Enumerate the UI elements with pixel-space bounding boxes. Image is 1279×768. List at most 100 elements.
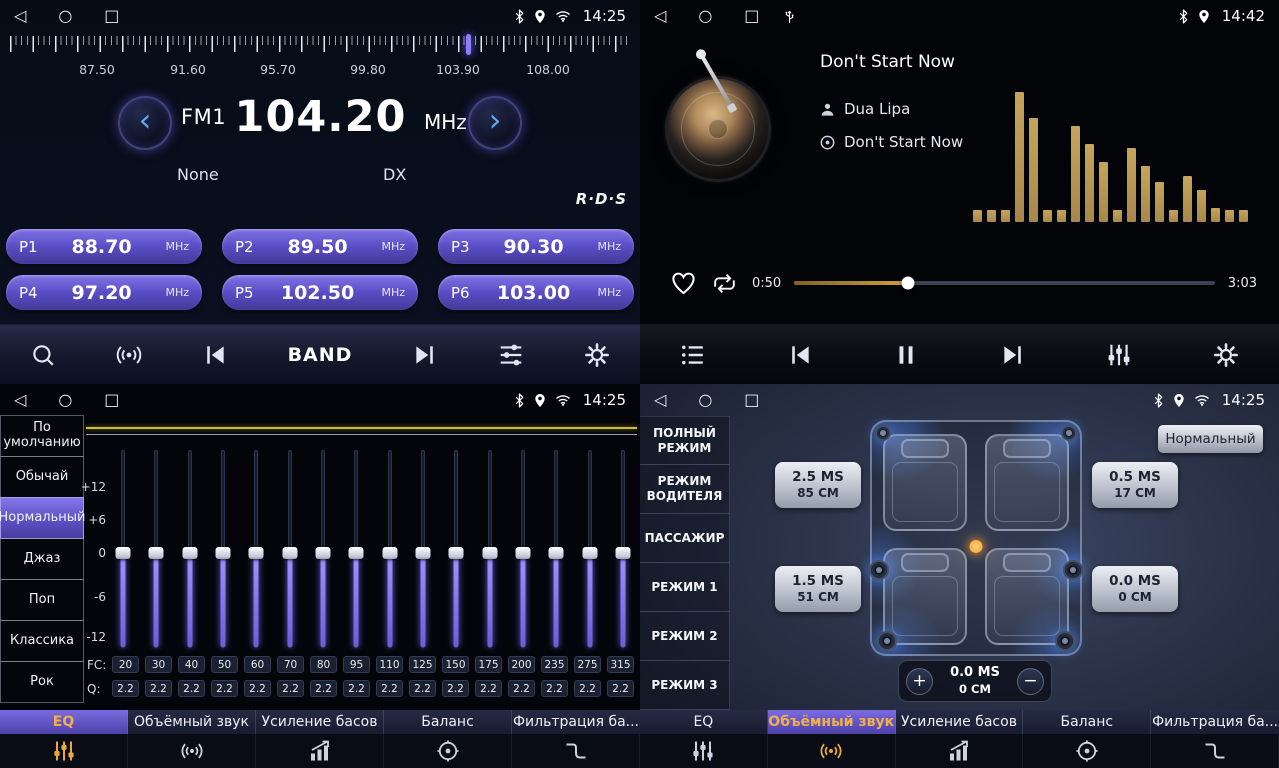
slider-handle[interactable]	[615, 547, 630, 559]
eq-band-slider[interactable]	[612, 450, 634, 648]
tab-eq[interactable]: EQ	[0, 710, 128, 768]
slider-handle[interactable]	[449, 547, 464, 559]
eq-preset-item[interactable]: Джаз	[0, 538, 84, 580]
sound-mode-item[interactable]: ПАССАЖИР	[640, 514, 729, 563]
preset-button-P3[interactable]: P3 90.30 MHz	[438, 229, 634, 264]
playlist-button[interactable]	[680, 342, 706, 368]
eq-band-slider[interactable]	[245, 450, 267, 648]
tab-surround-sound[interactable]: Объёмный звук	[128, 710, 256, 768]
settings-button[interactable]	[1213, 342, 1239, 368]
preset-button-P4[interactable]: P4 97.20 MHz	[6, 275, 202, 310]
previous-track-button[interactable]	[787, 342, 813, 368]
slider-handle[interactable]	[182, 547, 197, 559]
tab-bass-boost[interactable]: Усиление басов	[896, 710, 1024, 768]
eq-band-slider[interactable]	[345, 450, 367, 648]
slider-handle[interactable]	[582, 547, 597, 559]
eq-band-slider[interactable]	[212, 450, 234, 648]
rear-left-delay[interactable]: 1.5 MS 51 CM	[775, 566, 861, 612]
sound-mode-item[interactable]: РЕЖИМ 1	[640, 563, 729, 612]
frequency-scale[interactable]: 87.50 91.60 95.70 99.80 103.90 108.00	[10, 36, 630, 78]
preset-button-P6[interactable]: P6 103.00 MHz	[438, 275, 634, 310]
tab-surround-sound[interactable]: Объёмный звук	[768, 710, 896, 768]
eq-preset-item[interactable]: Поп	[0, 579, 84, 621]
slider-handle[interactable]	[215, 547, 230, 559]
equalizer-button[interactable]	[1106, 342, 1132, 368]
sound-mode-item[interactable]: РЕЖИМ 3	[640, 661, 729, 710]
slider-handle[interactable]	[315, 547, 330, 559]
slider-handle[interactable]	[482, 547, 497, 559]
next-station-button[interactable]	[412, 342, 438, 368]
broadcast-button[interactable]	[116, 342, 142, 368]
eq-preset-item[interactable]: Нормальный	[0, 497, 84, 539]
band-button[interactable]: BAND	[288, 344, 353, 366]
home-icon[interactable]: ○	[698, 8, 712, 24]
recents-icon[interactable]: □	[104, 8, 119, 24]
previous-station-button[interactable]	[202, 342, 228, 368]
slider-handle[interactable]	[249, 547, 264, 559]
sound-mode-item[interactable]: РЕЖИМ 2	[640, 612, 729, 661]
eq-band-slider[interactable]	[279, 450, 301, 648]
seek-thumb[interactable]	[901, 277, 914, 290]
eq-band-slider[interactable]	[579, 450, 601, 648]
tab-balance[interactable]: Баланс	[1023, 710, 1151, 768]
home-icon[interactable]: ○	[698, 392, 712, 408]
eq-band-slider[interactable]	[545, 450, 567, 648]
tab-eq[interactable]: EQ	[640, 710, 768, 768]
scan-button[interactable]	[30, 342, 56, 368]
tab-bass-boost[interactable]: Усиление басов	[256, 710, 384, 768]
sound-mode-item[interactable]: ПОЛНЫЙ РЕЖИМ	[640, 416, 729, 465]
preset-button-P5[interactable]: P5 102.50 MHz	[222, 275, 418, 310]
eq-preset-item[interactable]: Рок	[0, 661, 84, 703]
repeat-button[interactable]	[710, 272, 739, 295]
slider-handle[interactable]	[382, 547, 397, 559]
slider-handle[interactable]	[282, 547, 297, 559]
eq-preset-item[interactable]: Обычай	[0, 456, 84, 498]
listening-position-dot[interactable]	[970, 540, 983, 553]
eq-band-slider[interactable]	[512, 450, 534, 648]
back-icon[interactable]: ◁	[654, 392, 666, 408]
pause-button[interactable]	[893, 342, 919, 368]
front-right-delay[interactable]: 0.5 MS 17 CM	[1092, 462, 1178, 508]
slider-handle[interactable]	[149, 547, 164, 559]
sound-mode-item[interactable]: РЕЖИМ ВОДИТЕЛЯ	[640, 465, 729, 514]
eq-preset-item[interactable]: По умолчанию	[0, 415, 84, 457]
eq-band-slider[interactable]	[412, 450, 434, 648]
eq-band-slider[interactable]	[179, 450, 201, 648]
slider-handle[interactable]	[549, 547, 564, 559]
rear-right-delay[interactable]: 0.0 MS 0 CM	[1092, 566, 1178, 612]
favorite-button[interactable]	[670, 270, 697, 297]
recents-icon[interactable]: □	[744, 8, 759, 24]
home-icon[interactable]: ○	[58, 8, 72, 24]
eq-preset-item[interactable]: Классика	[0, 620, 84, 662]
eq-band-slider[interactable]	[379, 450, 401, 648]
eq-band-slider[interactable]	[479, 450, 501, 648]
preset-button-P2[interactable]: P2 89.50 MHz	[222, 229, 418, 264]
album-art[interactable]	[665, 76, 771, 182]
eq-band-slider[interactable]	[312, 450, 334, 648]
slider-handle[interactable]	[515, 547, 530, 559]
settings-button[interactable]	[584, 342, 610, 368]
front-left-delay[interactable]: 2.5 MS 85 CM	[775, 462, 861, 508]
increase-button[interactable]: +	[906, 668, 933, 695]
tab-filter[interactable]: Фильтрация ба...	[1151, 710, 1279, 768]
home-icon[interactable]: ○	[58, 392, 72, 408]
slider-handle[interactable]	[349, 547, 364, 559]
preset-button-P1[interactable]: P1 88.70 MHz	[6, 229, 202, 264]
seek-up-button[interactable]: ›	[468, 96, 522, 150]
sound-preset-button[interactable]: Нормальный	[1158, 425, 1263, 453]
eq-band-slider[interactable]	[145, 450, 167, 648]
decrease-button[interactable]: −	[1017, 668, 1044, 695]
back-icon[interactable]: ◁	[14, 8, 26, 24]
eq-band-slider[interactable]	[112, 450, 134, 648]
back-icon[interactable]: ◁	[654, 8, 666, 24]
eq-band-slider[interactable]	[445, 450, 467, 648]
audio-settings-button[interactable]	[498, 342, 524, 368]
back-icon[interactable]: ◁	[14, 392, 26, 408]
seek-bar[interactable]	[794, 281, 1215, 285]
tab-filter[interactable]: Фильтрация ба...	[512, 710, 640, 768]
recents-icon[interactable]: □	[104, 392, 119, 408]
tab-balance[interactable]: Баланс	[384, 710, 512, 768]
recents-icon[interactable]: □	[744, 392, 759, 408]
slider-handle[interactable]	[116, 547, 131, 559]
slider-handle[interactable]	[415, 547, 430, 559]
